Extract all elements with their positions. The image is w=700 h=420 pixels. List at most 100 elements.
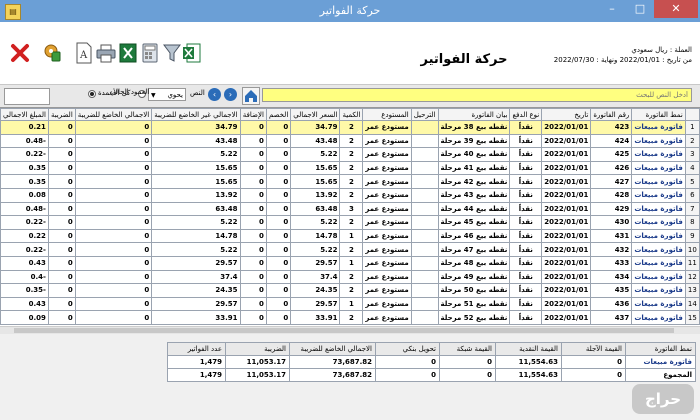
cell-invoice-number: 437 [590,310,633,325]
cell-addition: 0 [239,296,267,312]
cell-warehouse: مستودع عمر [362,133,412,149]
col-header-total[interactable]: المبلغ الاجمالي [0,108,49,121]
cell-addition: 0 [239,269,267,285]
summary-col-tax: الضريبة [225,342,290,356]
table-row[interactable]: 0.48- 0 0 43.48 0 0 43.48 2 مستودع عمر نقطه بيع 3… [0,133,700,149]
cell-invoice-number: 435 [590,283,633,298]
table-row[interactable]: 0.35- 0 0 24.35 0 0 24.35 2 مستودع عمر نقطه بيع 5… [0,283,700,298]
cell-description: نقطه بيع 39 مرحلة [437,133,511,149]
search-mode-select[interactable]: يحوي ▼ [148,88,186,101]
cell-quantity: 2 [339,215,364,230]
col-header-posting[interactable]: الترحيل [410,108,439,121]
cell-invoice-number: 433 [590,255,633,271]
table-row[interactable]: 0.22- 0 0 5.22 0 0 5.22 2 مستودع عمر نقطه بيع 40 … [0,147,700,162]
cell-invoice-number: 432 [590,242,633,257]
horizontal-scrollbar[interactable] [0,326,700,334]
search-extra-field[interactable] [4,88,50,105]
cell-invoice-type: فاتورة مبيعات [631,228,686,244]
summary-cell: 0 [439,368,496,382]
svg-text:A: A [79,50,88,61]
col-header-taxable[interactable]: الاجمالي الخاضع للضريبة [74,108,153,121]
calculator-icon[interactable] [140,42,160,64]
table-row[interactable]: 0.08 0 0 13.92 0 0 13.92 2 مستودع عمر نقطه بيع 43… [0,187,700,203]
col-header-invoice-type[interactable]: نمط الفاتورة [631,108,686,121]
cell-invoice-number: 429 [590,201,633,217]
cell-invoice-type: فاتورة مبيعات [631,187,686,203]
cell-warehouse: مستودع عمر [362,187,412,203]
table-row[interactable]: 0.22- 0 0 5.22 0 0 5.22 2 مستودع عمر نقطه بيع 45 … [0,215,700,230]
printer-icon[interactable] [96,42,116,64]
chevron-down-icon: ▼ [151,92,156,99]
cell-price: 33.91 [290,310,341,325]
maximize-button[interactable]: □ [626,0,654,18]
close-x-icon[interactable] [10,42,30,64]
table-row[interactable]: 0.43 0 0 29.57 0 0 29.57 1 مستودع عمر نقطه بيع 51… [0,296,700,312]
cell-nontaxable: 37.4 [151,269,241,285]
cell-quantity: 2 [339,310,364,325]
nav-next-button[interactable]: › [224,88,237,101]
col-header-date[interactable]: تاريخ [541,108,592,121]
table-row[interactable]: 0.48- 0 0 63.48 0 0 63.48 3 مستودع عمر نقطه بيع 4… [0,201,700,217]
filter-funnel-icon[interactable] [162,42,182,64]
cell-tax: 0 [47,147,76,162]
col-header-discount[interactable]: الخصم [265,108,292,121]
cell-posting [410,310,439,325]
col-header-addition[interactable]: الإضافة [239,108,267,121]
cell-payment: نقداً [509,120,543,135]
col-header-warehouse[interactable]: المستودع [362,108,412,121]
col-header-quantity[interactable]: الكمية [339,108,364,121]
tools-icon[interactable] [42,42,62,64]
search-input[interactable] [262,88,692,102]
cell-tax: 0 [47,255,76,271]
cell-quantity: 2 [339,283,364,298]
col-header-payment[interactable]: نوع الدفع [509,108,543,121]
cell-warehouse: مستودع عمر [362,201,412,217]
col-header-description[interactable]: بيان الفاتورة [437,108,511,121]
cell-payment: نقداً [509,160,543,176]
col-header-invoice-number[interactable]: رقم الفاتورة [590,108,633,121]
table-row[interactable]: 0.09 0 0 33.91 0 0 33.91 2 مستودع عمر نقطه بيع 52… [0,310,700,325]
summary-total-row[interactable]: 1,479 11,053.17 73,687.82 0 0 11,554.63 … [167,368,696,382]
cell-payment: نقداً [509,310,543,325]
close-window-button[interactable]: ✕ [654,0,698,18]
cell-tax: 0 [47,120,76,135]
summary-cell: 1,479 [167,355,226,369]
cell-quantity: 1 [339,255,364,271]
excel-export-icon[interactable] [182,42,202,64]
cell-discount: 0 [265,133,292,149]
table-row[interactable]: 0.35 0 0 15.65 0 0 15.65 2 مستودع عمر نقطه بيع 42… [0,174,700,189]
summary-cell: 11,554.63 [495,368,562,382]
summary-col-deferred: القيمة الآجلة [561,342,626,356]
cell-payment: نقداً [509,133,543,149]
table-row[interactable]: 0.22 0 0 14.78 0 0 14.78 1 مستودع عمر نقطه بيع 46… [0,228,700,244]
cell-payment: نقداً [509,296,543,312]
table-row[interactable]: 0.4- 0 0 37.4 0 0 37.4 2 مستودع عمر نقطه بيع 49 م… [0,269,700,285]
summary-row[interactable]: 1,479 11,053.17 73,687.82 0 0 11,554.63 … [167,355,696,369]
scrollbar-thumb[interactable] [14,328,674,333]
table-row[interactable]: 0.21 0 0 34.79 0 0 34.79 2 مستودع عمر نقطه بيع 38… [0,120,700,135]
summary-cell: 11,053.17 [225,368,290,382]
minimize-button[interactable]: – [598,0,626,18]
search-bar: كل الأعمدة يحوي ▼ النص ‹ › [0,84,700,107]
table-row[interactable]: 0.22- 0 0 5.22 0 0 5.22 2 مستودع عمر نقطه بيع 47 … [0,242,700,257]
radio-all-columns[interactable] [88,90,96,98]
col-header-nontaxable[interactable]: الاجمالي غير الخاضع للضريبة [151,108,241,121]
col-header-price[interactable]: السعر الاجمالي [290,108,341,121]
table-row[interactable]: 0.43 0 0 29.57 0 0 29.57 1 مستودع عمر نقطه بيع 48… [0,255,700,271]
cell-discount: 0 [265,296,292,312]
nav-prev-button[interactable]: ‹ [208,88,221,101]
cell-addition: 0 [239,174,267,189]
cell-total: 0.35 [0,174,49,189]
excel-icon[interactable] [118,42,138,64]
home-button[interactable] [242,87,260,105]
col-header-tax[interactable]: الضريبة [47,108,76,121]
cell-addition: 0 [239,187,267,203]
pdf-document-icon[interactable]: A [74,42,94,64]
cell-date: 2022/01/01 [541,255,592,271]
cell-date: 2022/01/01 [541,147,592,162]
cell-discount: 0 [265,187,292,203]
table-row[interactable]: 0.35 0 0 15.65 0 0 15.65 2 مستودع عمر نقطه بيع 41… [0,160,700,176]
cell-discount: 0 [265,269,292,285]
cell-quantity: 2 [339,269,364,285]
cell-invoice-number: 427 [590,174,633,189]
